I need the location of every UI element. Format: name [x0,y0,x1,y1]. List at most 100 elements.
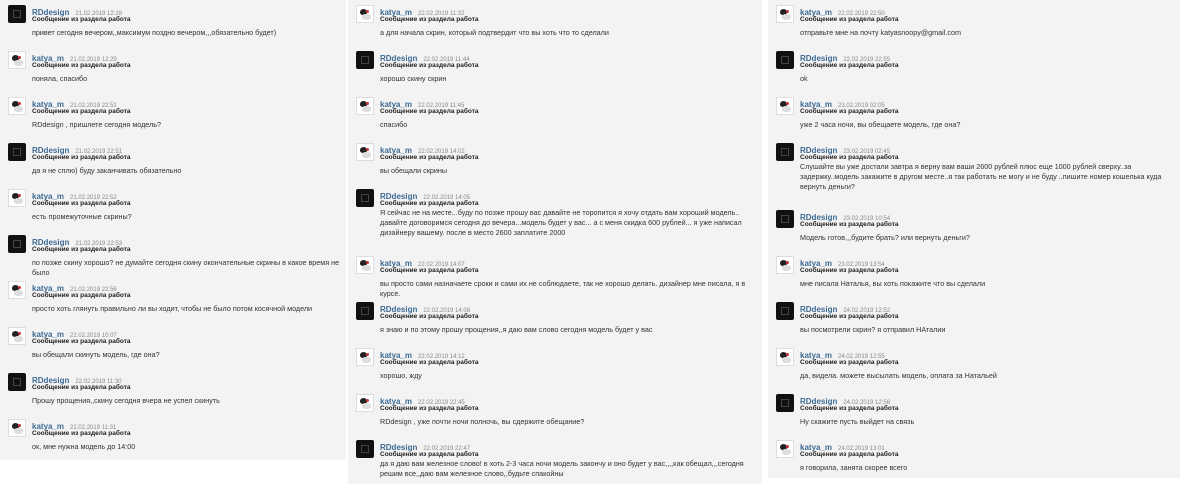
message-text: я говорила, занята скорее всего [800,463,908,472]
message-item: katya_m 22.02.2019 14:12 Сообщение из разд… [348,343,762,389]
message-item: RDdesign 23.02.2019 10:54 Сообщение из раз… [768,205,1180,251]
message-text: Прошу прощения,,скину сегодня вчера не у… [32,396,220,405]
message-text: Модель готов,,,будите брать? или вернуть… [800,233,970,242]
message-column-2: katya_m 22.02.2019 11:32 Сообщение из разд… [348,0,762,484]
message-subject: Сообщение из раздела работа [800,16,899,23]
message-item: katya_m 22.02.2019 22:50 Сообщение из разд… [768,0,1180,46]
message-subject: Сообщение из раздела работа [800,154,899,161]
message-text: Я сейчас не на месте...буду по позже про… [380,208,742,237]
rddesign-avatar[interactable] [8,5,26,23]
message-text: хорошо скину скрин [380,74,447,83]
message-text: вы обещали скрины [380,166,448,175]
katya-avatar[interactable] [8,281,26,299]
message-text: привет сегодня вечером,,максимум поздно … [32,28,277,37]
rddesign-avatar[interactable] [776,210,794,228]
message-item: RDdesign 22.02.2019 11:30 Сообщение из раз… [0,368,346,414]
message-text: поняла, спасибо [32,74,88,83]
message-text: ок, мне нужна модель до 14:00 [32,442,136,451]
message-subject: Сообщение из раздела работа [800,108,899,115]
katya-avatar[interactable] [356,348,374,366]
message-text: Слушайте вы уже достали завтра я верну в… [800,162,1162,191]
katya-avatar[interactable] [8,189,26,207]
message-subject: Сообщение из раздела работа [32,154,131,161]
message-item: RDdesign 22.02.2019 22:55 Сообщение из раз… [768,46,1180,92]
katya-avatar[interactable] [776,348,794,366]
katya-avatar[interactable] [356,97,374,115]
rddesign-avatar[interactable] [356,440,374,458]
message-text: а для начала скрин, который подтвердит ч… [380,28,609,37]
message-item: RDdesign 23.02.2019 02:45 Сообщение из раз… [768,138,1180,205]
katya-avatar[interactable] [356,143,374,161]
message-item: katya_m 21.02.2019 22:52 Сообщение из разд… [0,184,346,230]
message-subject: Сообщение из раздела работа [32,246,131,253]
message-item: katya_m 24.02.2019 12:55 Сообщение из разд… [768,343,1180,389]
message-subject: Сообщение из раздела работа [800,267,899,274]
katya-avatar[interactable] [356,5,374,23]
message-text: отправьте мне на почту katyasnoopy@gmail… [800,28,961,37]
message-item: katya_m 22.02.2019 14:02 Сообщение из разд… [348,138,762,184]
katya-avatar[interactable] [8,327,26,345]
message-item: katya_m 23.02.2019 02:05 Сообщение из разд… [768,92,1180,138]
message-subject: Сообщение из раздела работа [32,108,131,115]
message-text: я знаю и по этому прошу прощения,,я даю … [380,325,653,334]
message-text: да я не сплю) буду заканчивать обязатель… [32,166,182,175]
rddesign-avatar[interactable] [8,143,26,161]
katya-avatar[interactable] [356,394,374,412]
katya-avatar[interactable] [776,97,794,115]
rddesign-avatar[interactable] [776,143,794,161]
message-subject: Сообщение из раздела работа [380,108,479,115]
message-text: мне писала Наталья, вы хоть покажите что… [800,279,986,288]
rddesign-avatar[interactable] [356,302,374,320]
katya-avatar[interactable] [776,440,794,458]
rddesign-avatar[interactable] [776,394,794,412]
katya-avatar[interactable] [8,97,26,115]
message-item: RDdesign 24.02.2019 12:52 Сообщение из раз… [768,297,1180,343]
rddesign-avatar[interactable] [8,235,26,253]
message-item: katya_m 21.02.2019 22:51 Сообщение из разд… [0,92,346,138]
rddesign-avatar[interactable] [356,189,374,207]
message-text: уже 2 часа ночи, вы обещаете модель, где… [800,120,961,129]
message-item: RDdesign 22.02.2019 14:08 Сообщение из раз… [348,297,762,343]
message-subject: Сообщение из раздела работа [380,62,479,69]
message-subject: Сообщение из раздела работа [32,430,131,437]
message-item: katya_m 22.02.2019 11:31 Сообщение из разд… [0,414,346,460]
message-subject: Сообщение из раздела работа [32,16,131,23]
message-text: RDdesign , пришлете сегодня модель? [32,120,161,129]
message-text: спасибо [380,120,408,129]
message-text: вы посмотрели скрин? я отправил НАталии [800,325,946,334]
message-column-3: katya_m 22.02.2019 22:50 Сообщение из разд… [768,0,1180,478]
rddesign-avatar[interactable] [356,51,374,69]
message-subject: Сообщение из раздела работа [380,405,479,412]
message-subject: Сообщение из раздела работа [800,451,899,458]
katya-avatar[interactable] [776,256,794,274]
message-item: RDdesign 22.02.2019 14:05 Сообщение из раз… [348,184,762,251]
message-subject: Сообщение из раздела работа [800,405,899,412]
message-text: ok [800,74,808,83]
message-column-1: RDdesign 21.02.2019 12:28 Сообщение из раз… [0,0,346,460]
katya-avatar[interactable] [776,5,794,23]
message-item: katya_m 24.02.2019 13:01 Сообщение из разд… [768,435,1180,478]
message-subject: Сообщение из раздела работа [380,267,479,274]
message-subject: Сообщение из раздела работа [32,62,131,69]
message-text: вы просто сами назначаете сроки и сами и… [380,279,746,298]
rddesign-avatar[interactable] [776,51,794,69]
message-item: katya_m 22.02.2019 11:45 Сообщение из разд… [348,92,762,138]
message-item: RDdesign 21.02.2019 22:53 Сообщение из раз… [0,230,346,277]
katya-avatar[interactable] [356,256,374,274]
message-item: RDdesign 22.02.2019 11:44 Сообщение из раз… [348,46,762,92]
rddesign-avatar[interactable] [776,302,794,320]
message-text: да, видела. можете высылать модель, опла… [800,371,997,380]
message-subject: Сообщение из раздела работа [32,292,131,299]
message-text: по позже скину хорошо? не думайте сегодн… [32,258,340,277]
message-item: RDdesign 21.02.2019 12:28 Сообщение из раз… [0,0,346,46]
katya-avatar[interactable] [8,419,26,437]
message-text: RDdesign , уже почти ночи полночь, вы сд… [380,417,585,426]
rddesign-avatar[interactable] [8,373,26,391]
message-subject: Сообщение из раздела работа [380,451,479,458]
katya-avatar[interactable] [8,51,26,69]
message-subject: Сообщение из раздела работа [800,221,899,228]
message-text: Ну скажите пусть выйдет на связь [800,417,915,426]
message-subject: Сообщение из раздела работа [32,338,131,345]
message-subject: Сообщение из раздела работа [800,313,899,320]
message-item: RDdesign 22.02.2019 22:47 Сообщение из раз… [348,435,762,484]
